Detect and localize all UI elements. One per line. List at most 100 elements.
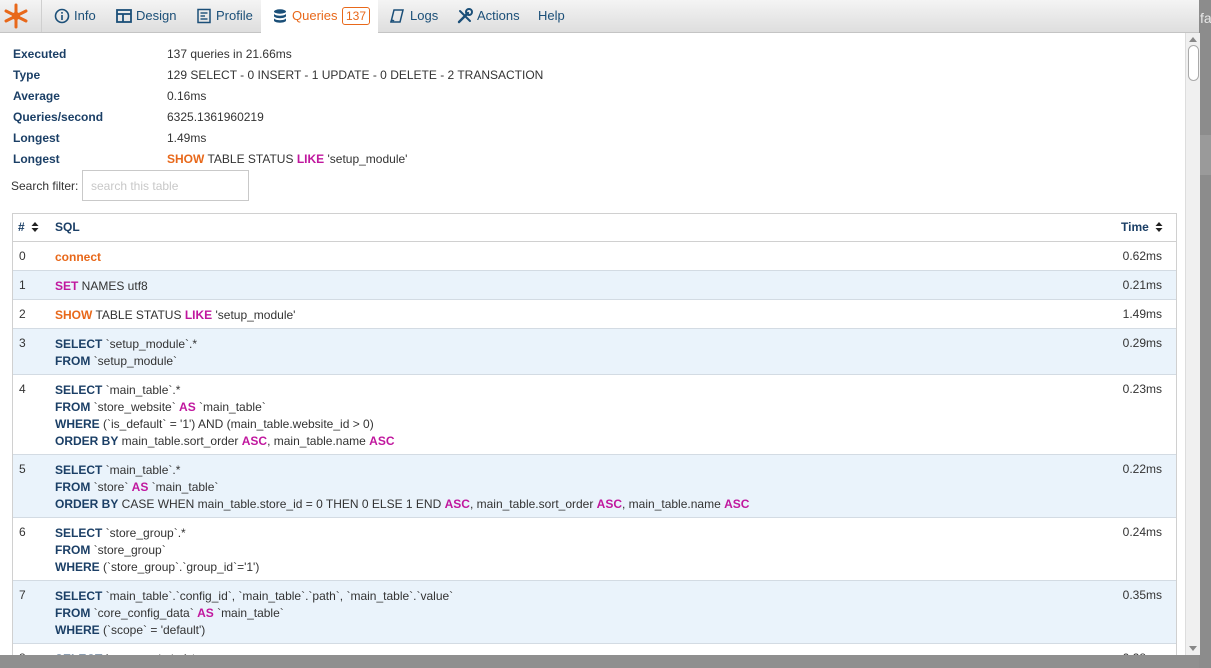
query-time: 0.23ms — [1122, 382, 1162, 396]
sql-query: SELECT `store_group`.* FROM `store_group`… — [13, 518, 1176, 580]
sql-line: SET NAMES utf8 — [55, 278, 1176, 295]
sql-keyword: AS — [179, 400, 196, 414]
background-element — [1199, 135, 1211, 175]
table-row: 1 SET NAMES utf8 0.21ms — [13, 271, 1176, 300]
row-number: 2 — [19, 307, 26, 321]
tab-profile[interactable]: Profile — [196, 0, 254, 32]
table-row: 6 SELECT `store_group`.* FROM `store_group… — [13, 518, 1176, 581]
sql-keyword: SELECT — [55, 463, 103, 477]
sql-line: SELECT `setup_module`.* — [55, 336, 1176, 353]
row-number: 5 — [19, 462, 26, 476]
query-time: 0.21ms — [1122, 278, 1162, 292]
sql-line: SELECT `store_group`.* — [55, 525, 1176, 542]
sql-keyword: SET — [55, 279, 79, 293]
search-filter-input[interactable] — [82, 170, 249, 201]
column-header-num[interactable]: # — [18, 220, 25, 234]
sql-keyword: ASC — [241, 434, 268, 448]
sql-text: `main_table`.* — [102, 383, 181, 397]
sort-icon[interactable] — [1155, 221, 1163, 233]
sql-keyword: ASC — [596, 497, 623, 511]
sql-keyword: ORDER BY — [55, 434, 119, 448]
logo-icon[interactable] — [0, 0, 42, 32]
sql-text: , main_table.sort_order — [469, 497, 597, 511]
tab-help[interactable]: Help — [538, 0, 568, 32]
summary-key: Queries/second — [13, 110, 104, 124]
tab-label: Queries — [292, 8, 338, 23]
sql-query: SELECT `main_table`.* FROM `store_website… — [13, 375, 1176, 454]
tab-design[interactable]: Design — [116, 0, 178, 32]
sql-text: `store` — [90, 480, 132, 494]
scroll-thumb[interactable] — [1188, 45, 1199, 81]
sql-line: connect — [55, 249, 1176, 266]
query-time: 1.49ms — [1122, 307, 1162, 321]
row-number: 4 — [19, 382, 26, 396]
sql-text: 'setup_module' — [324, 152, 408, 166]
sql-keyword: WHERE — [55, 560, 100, 574]
sql-query: SET NAMES utf8 — [13, 271, 1176, 299]
query-time: 0.22ms — [1122, 462, 1162, 476]
sql-text: NAMES utf8 — [78, 279, 148, 293]
sql-text: , main_table.name — [267, 434, 370, 448]
tab-actions[interactable]: Actions — [457, 0, 521, 32]
summary-key: Executed — [13, 47, 67, 61]
table-row: 4 SELECT `main_table`.* FROM `store_websit… — [13, 375, 1176, 455]
tab-label: Design — [136, 8, 177, 23]
sql-line: WHERE (`is_default` = '1') AND (main_tab… — [55, 416, 1176, 433]
sql-text: `store_website` — [90, 400, 180, 414]
panel-scrollbar[interactable] — [1185, 33, 1200, 655]
info-icon — [54, 8, 70, 24]
sql-text: (`scope` = 'default') — [99, 623, 206, 637]
sql-text: main_table.sort_order — [118, 434, 242, 448]
background-text: fa — [1200, 10, 1211, 26]
tab-info[interactable]: Info — [54, 0, 100, 32]
column-header-time[interactable]: Time — [1121, 220, 1149, 234]
sql-line: WHERE (`scope` = 'default') — [55, 622, 1176, 639]
summary-key: Longest — [13, 152, 60, 166]
sql-query: SELECT `setup_module`.* FROM `setup_modul… — [13, 329, 1176, 374]
sql-keyword: SHOW — [167, 152, 205, 166]
sql-keyword: FROM — [55, 480, 91, 494]
sql-keyword: SELECT — [55, 337, 103, 351]
column-header-sql[interactable]: SQL — [55, 220, 80, 234]
sql-line: FROM `core_config_data` AS `main_table` — [55, 605, 1176, 622]
sql-text: TABLE STATUS — [204, 152, 297, 166]
sql-text: 'setup_module' — [212, 308, 296, 322]
search-filter-label: Search filter: — [11, 179, 79, 193]
sql-text: , main_table.name — [622, 497, 725, 511]
scroll-up-icon[interactable] — [1189, 37, 1197, 42]
summary-value: 0.16ms — [167, 89, 207, 103]
summary-key: Longest — [13, 131, 60, 145]
query-time: 0.24ms — [1122, 525, 1162, 539]
sql-keyword: FROM — [55, 354, 91, 368]
scroll-down-icon[interactable] — [1189, 646, 1197, 651]
summary-value: 129 SELECT - 0 INSERT - 1 UPDATE - 0 DEL… — [167, 68, 544, 82]
sql-keyword: FROM — [55, 606, 91, 620]
sql-keyword: SELECT — [55, 383, 103, 397]
sql-line: SELECT `main_table`.`config_id`, `main_t… — [55, 588, 1176, 605]
tab-label: Actions — [477, 8, 520, 23]
queries-table: # SQL Time 0 connect 0.62ms 1 SET NAMES utf8… — [12, 213, 1177, 655]
sql-line: ORDER BY CASE WHEN main_table.store_id =… — [55, 496, 1176, 513]
design-icon — [116, 9, 132, 23]
sql-text: `main_table` — [148, 480, 219, 494]
sql-query: SHOW TABLE STATUS LIKE 'setup_module' — [13, 300, 1176, 328]
query-count-badge: 137 — [342, 7, 371, 25]
sort-icon[interactable] — [31, 221, 39, 233]
sql-line: SELECT `main_table`.* — [55, 382, 1176, 399]
queries-panel: Executed 137 queries in 21.66ms Type 129… — [0, 33, 1199, 655]
tab-queries[interactable]: Queries 137 — [261, 0, 378, 33]
sql-keyword: ORDER BY — [55, 497, 119, 511]
tab-logs[interactable]: Logs — [390, 0, 440, 32]
summary-value: 1.49ms — [167, 131, 207, 145]
sql-text: `setup_module`.* — [102, 337, 198, 351]
tab-label: Info — [74, 8, 96, 23]
table-header: # SQL Time — [13, 214, 1176, 242]
summary-key: Type — [13, 68, 41, 82]
sql-text: `main_table`.`config_id`, `main_table`.`… — [102, 589, 454, 603]
sql-keyword: AS — [131, 480, 149, 494]
sql-keyword: SHOW — [55, 308, 93, 322]
sql-text: `main_table` — [195, 400, 266, 414]
query-time: 0.62ms — [1122, 249, 1162, 263]
logs-icon — [390, 9, 404, 23]
sql-text: `main_table` — [213, 606, 284, 620]
